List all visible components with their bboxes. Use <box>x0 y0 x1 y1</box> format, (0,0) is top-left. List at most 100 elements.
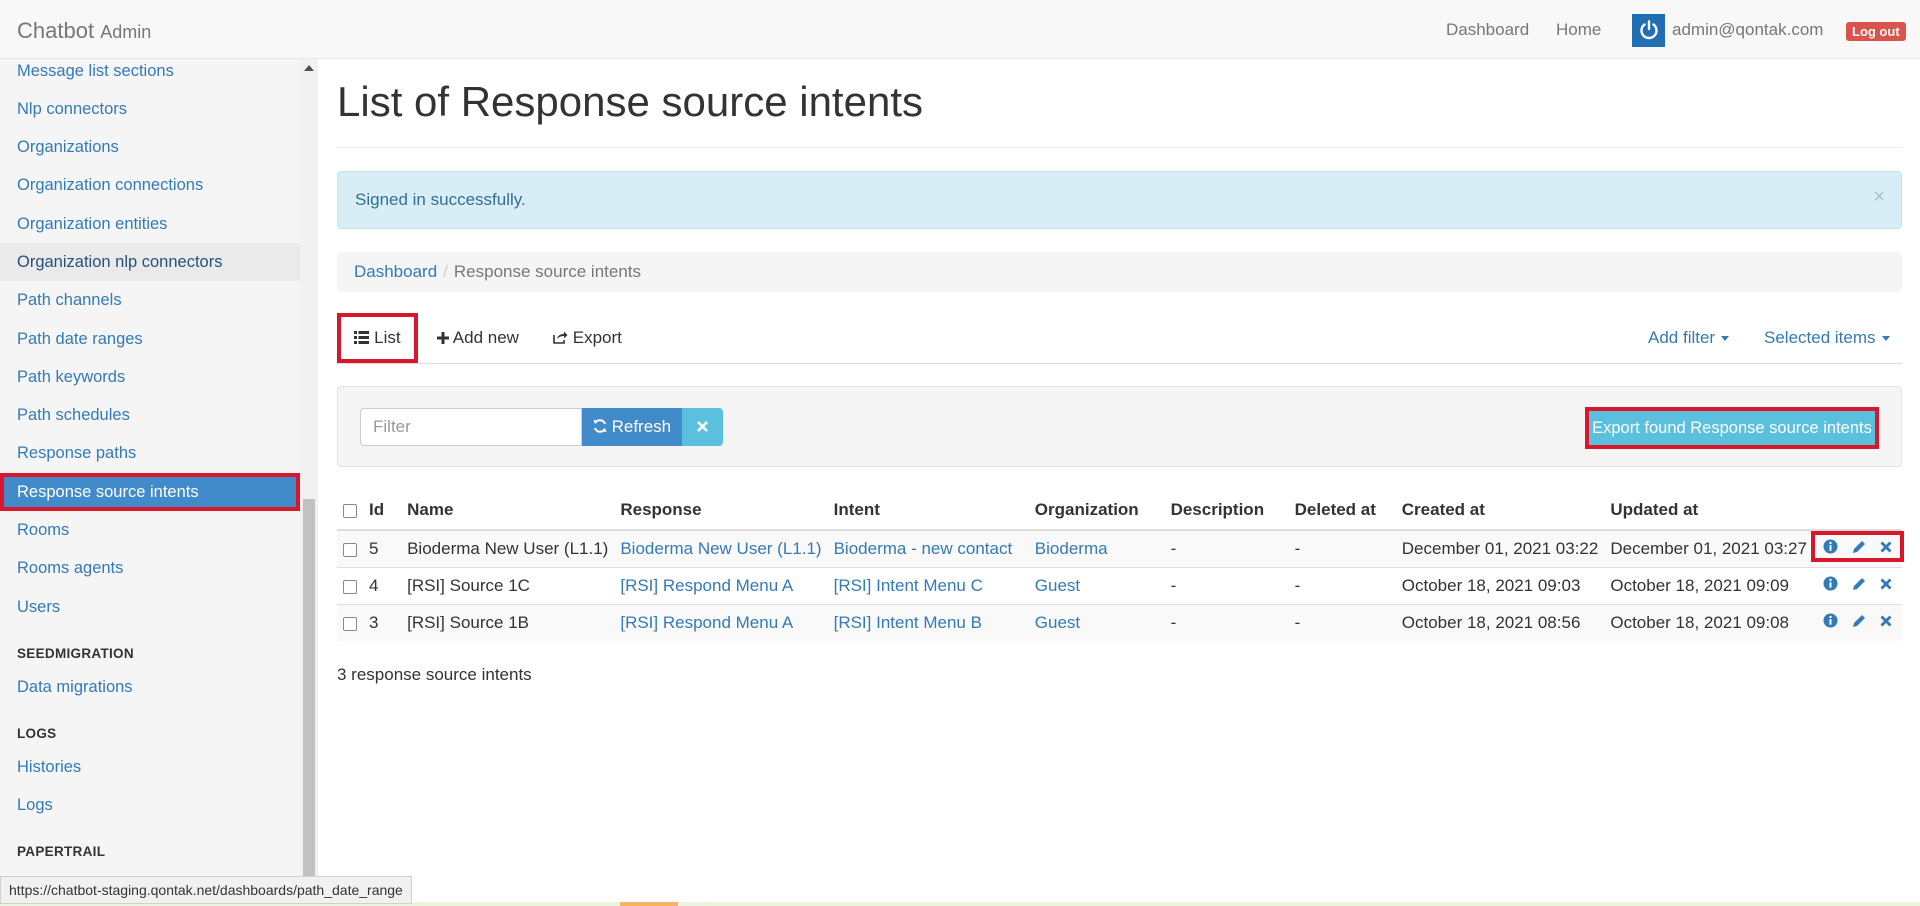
cell-response-link[interactable]: Bioderma New User (L1.1) <box>620 539 821 558</box>
pencil-icon[interactable] <box>1852 540 1866 554</box>
sidebar-item-path-schedules[interactable]: Path schedules <box>0 396 300 434</box>
user-menu[interactable]: admin@qontak.com <box>1632 13 1823 47</box>
success-alert: Signed in successfully. × <box>337 171 1902 229</box>
col-id[interactable]: Id <box>363 491 402 531</box>
brand[interactable]: Chatbot Admin <box>17 18 151 44</box>
sidebar-item-logs[interactable]: Logs <box>0 786 300 824</box>
sidebar-item-organization-connections[interactable]: Organization connections <box>0 166 300 204</box>
select-all-checkbox[interactable] <box>343 503 357 518</box>
logout-button[interactable]: Log out <box>1846 22 1906 41</box>
col-response[interactable]: Response <box>614 491 828 531</box>
cell-response-link[interactable]: [RSI] Respond Menu A <box>620 576 793 595</box>
tab-list-label: List <box>374 328 401 347</box>
cell-organization-link[interactable]: Guest <box>1035 576 1080 595</box>
table-row: 3 [RSI] Source 1B [RSI] Respond Menu A [… <box>337 604 1902 641</box>
col-updated-at[interactable]: Updated at <box>1604 491 1813 531</box>
cell-intent-cell: Bioderma - new contact <box>827 529 1029 568</box>
refresh-label: Refresh <box>611 417 672 436</box>
cell-description: - <box>1164 529 1289 568</box>
sidebar-item-rooms[interactable]: Rooms <box>0 511 300 549</box>
tab-list[interactable]: List <box>337 313 418 363</box>
sidebar-section-seedmigration: SEEDMIGRATION <box>17 646 134 661</box>
action-tabs: List Add new Export Add filter Selected … <box>337 313 1902 364</box>
cell-response-link[interactable]: [RSI] Respond Menu A <box>620 613 793 632</box>
breadcrumb: Dashboard / Response source intents <box>337 252 1902 292</box>
nav-dashboard-link[interactable]: Dashboard <box>1446 20 1529 40</box>
row-checkbox[interactable] <box>343 579 357 594</box>
col-intent[interactable]: Intent <box>827 491 1029 531</box>
breadcrumb-dashboard-link[interactable]: Dashboard <box>354 262 437 281</box>
sidebar-item-path-date-ranges[interactable]: Path date ranges <box>0 320 300 358</box>
col-created-at[interactable]: Created at <box>1395 491 1605 531</box>
close-icon <box>697 421 708 432</box>
row-select-cell <box>337 567 363 605</box>
sidebar-scrollbar[interactable] <box>300 59 318 906</box>
sidebar-item-organization-entities[interactable]: Organization entities <box>0 205 300 243</box>
cell-id: 3 <box>363 604 402 641</box>
tab-export[interactable]: Export <box>553 313 622 363</box>
delete-icon[interactable] <box>1880 541 1892 553</box>
row-checkbox[interactable] <box>343 542 357 557</box>
sidebar-item-path-channels[interactable]: Path channels <box>0 281 300 319</box>
delete-icon[interactable] <box>1880 578 1892 590</box>
caret-down-icon <box>1721 336 1730 342</box>
add-filter-dropdown[interactable]: Add filter <box>1648 313 1730 363</box>
row-select-cell <box>337 604 363 641</box>
close-icon[interactable]: × <box>1873 186 1885 209</box>
col-name[interactable]: Name <box>401 491 615 531</box>
export-found-button[interactable]: Export found Response source intents <box>1585 407 1879 449</box>
info-icon[interactable] <box>1823 613 1838 628</box>
share-icon <box>553 331 568 344</box>
sidebar-item-response-source-intents[interactable]: Response source intents <box>0 473 300 511</box>
plus-icon <box>437 332 449 344</box>
col-organization[interactable]: Organization <box>1028 491 1165 531</box>
record-count: 3 response source intents <box>337 665 532 684</box>
refresh-button[interactable]: Refresh <box>582 408 682 446</box>
cell-description: - <box>1164 567 1289 605</box>
row-actions <box>1819 576 1896 591</box>
sidebar-item-path-keywords[interactable]: Path keywords <box>0 358 300 396</box>
pencil-icon[interactable] <box>1852 614 1866 628</box>
info-icon[interactable] <box>1823 539 1838 554</box>
avatar <box>1632 13 1665 47</box>
caret-down-icon <box>1881 336 1890 342</box>
pencil-icon[interactable] <box>1852 577 1866 591</box>
scroll-up-arrow-icon[interactable] <box>304 65 314 71</box>
cell-intent-link[interactable]: Bioderma - new contact <box>834 539 1013 558</box>
tab-add-new[interactable]: Add new <box>437 313 519 363</box>
row-actions <box>1811 531 1904 562</box>
sidebar-item-data-migrations[interactable]: Data migrations <box>0 668 300 706</box>
cell-created-at: December 01, 2021 03:22 <box>1395 529 1605 568</box>
filter-input[interactable] <box>360 408 582 446</box>
row-select-cell <box>337 529 363 568</box>
row-checkbox[interactable] <box>343 616 357 631</box>
cell-deleted-at: - <box>1288 604 1396 641</box>
cell-organization-link[interactable]: Bioderma <box>1035 539 1108 558</box>
col-description[interactable]: Description <box>1164 491 1289 531</box>
sidebar-item-message-list-sections[interactable]: Message list sections <box>0 59 300 90</box>
nav-home-link[interactable]: Home <box>1556 20 1601 40</box>
power-icon <box>1639 20 1658 40</box>
sidebar-item-nlp-connectors[interactable]: Nlp connectors <box>0 90 300 128</box>
cell-organization-link[interactable]: Guest <box>1035 613 1080 632</box>
sidebar-item-histories[interactable]: Histories <box>0 748 300 786</box>
cell-intent-link[interactable]: [RSI] Intent Menu C <box>834 576 983 595</box>
sidebar-item-response-paths[interactable]: Response paths <box>0 434 300 472</box>
selected-items-dropdown[interactable]: Selected items <box>1764 313 1890 363</box>
sidebar-item-organization-nlp-connectors[interactable]: Organization nlp connectors <box>0 243 300 281</box>
cell-organization-cell: Bioderma <box>1028 529 1165 568</box>
delete-icon[interactable] <box>1880 615 1892 627</box>
clear-filter-button[interactable] <box>682 408 723 446</box>
table-row: 5 Bioderma New User (L1.1) Bioderma New … <box>337 529 1904 568</box>
info-icon[interactable] <box>1823 576 1838 591</box>
cell-deleted-at: - <box>1288 529 1396 568</box>
page-bottom-accent <box>620 902 678 906</box>
scrollbar-thumb[interactable] <box>303 499 315 906</box>
cell-intent-link[interactable]: [RSI] Intent Menu B <box>834 613 982 632</box>
cell-intent-cell: [RSI] Intent Menu C <box>827 567 1029 605</box>
sidebar-item-organizations[interactable]: Organizations <box>0 128 300 166</box>
brand-name: Chatbot <box>17 18 95 43</box>
sidebar-item-users[interactable]: Users <box>0 588 300 626</box>
sidebar-item-rooms-agents[interactable]: Rooms agents <box>0 549 300 587</box>
col-deleted-at[interactable]: Deleted at <box>1288 491 1396 531</box>
